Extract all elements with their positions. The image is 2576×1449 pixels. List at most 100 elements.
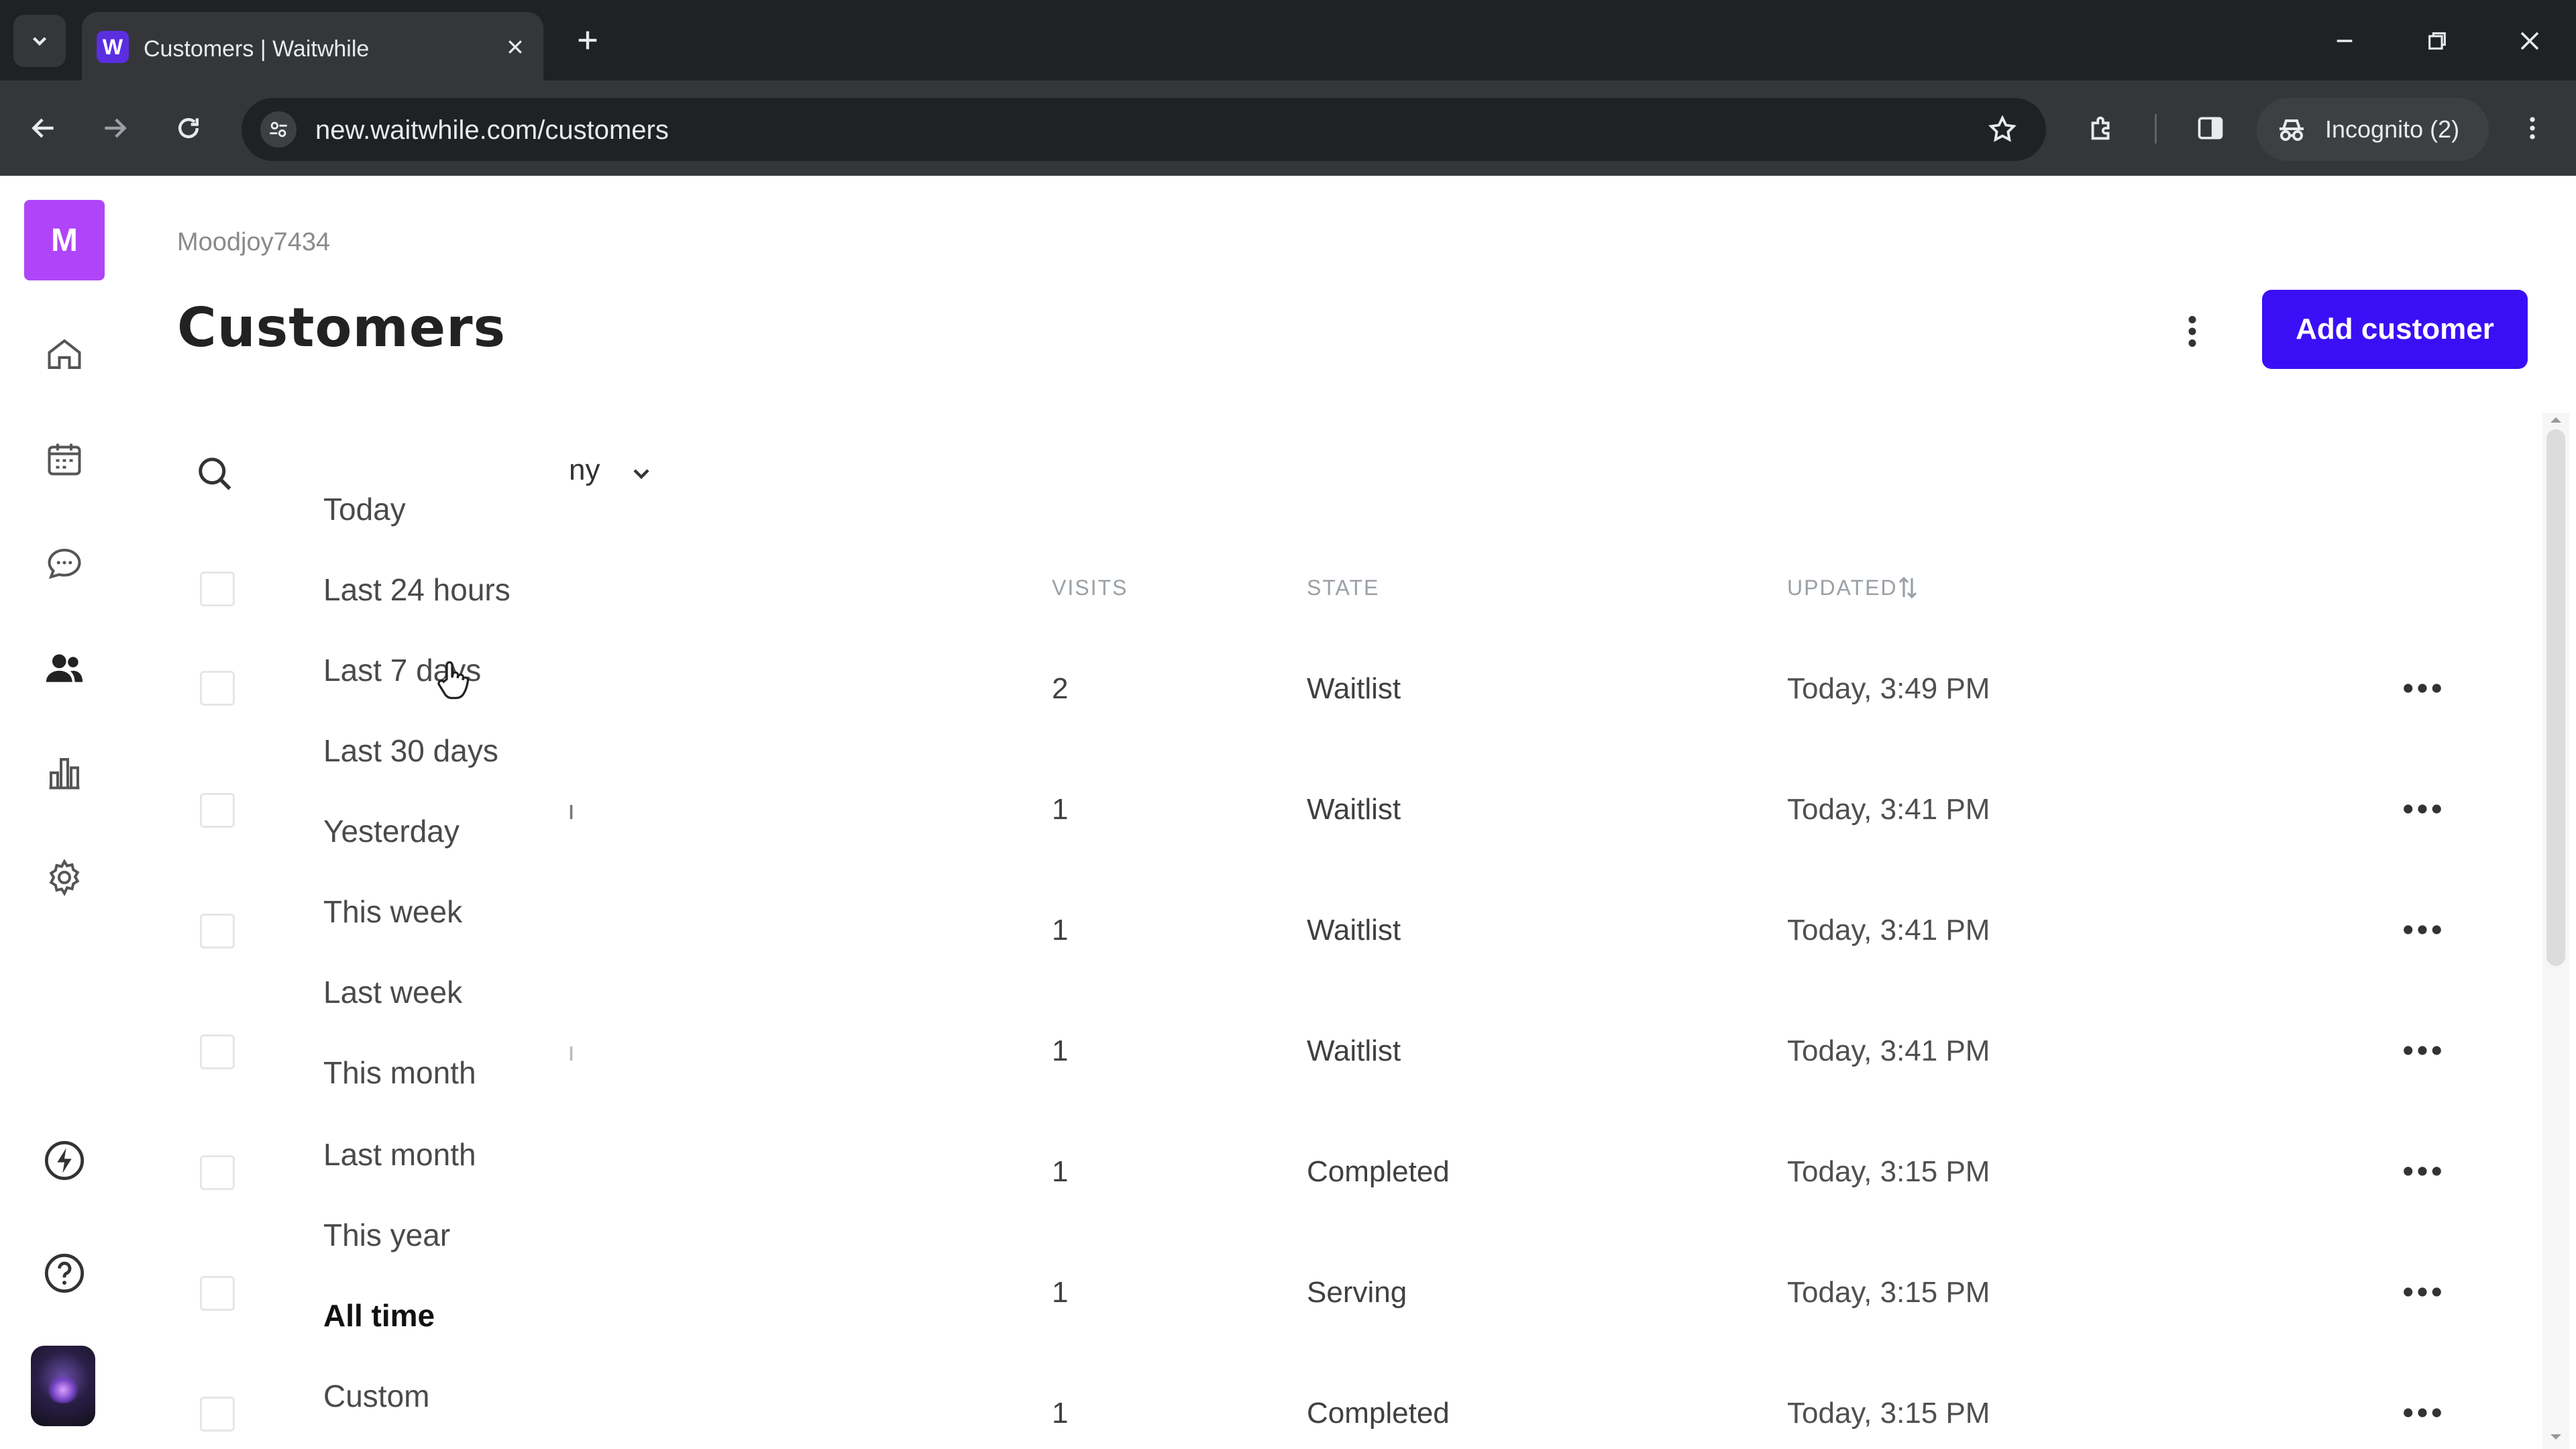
sidebar-item-customers[interactable] [38,641,91,695]
row-checkbox[interactable] [200,1276,235,1311]
add-customer-button[interactable]: Add customer [2262,290,2528,369]
reload-icon [178,118,199,139]
side-panel-button[interactable] [2186,103,2235,153]
browser-tab-bar: W Customers | Waitwhile [0,0,2576,80]
chevron-down-icon [32,37,47,46]
address-bar[interactable]: new.waitwhile.com/customers [241,98,2046,161]
scroll-up-arrow-icon[interactable] [2549,413,2563,427]
cell-visits: 1 [1052,914,1069,947]
row-actions-button[interactable] [2399,1158,2446,1185]
cell-visits: 2 [1052,672,1069,705]
new-tab-button[interactable] [568,20,608,60]
browser-tab-active[interactable]: W Customers | Waitwhile [82,12,543,80]
restore-icon [2428,32,2446,50]
browser-menu-button[interactable] [2508,103,2557,153]
sidebar-item-home[interactable] [38,327,91,381]
dropdown-option-last-week[interactable]: Last week [323,974,462,1010]
date-filter-label[interactable]: ny [569,453,600,487]
more-horizontal-icon [2404,1408,2441,1417]
row-actions-button[interactable] [2399,1279,2446,1305]
column-header-updated[interactable]: UPDATED [1787,576,1898,600]
close-window-button[interactable] [2506,17,2553,64]
cell-visits: 1 [1052,1034,1069,1067]
dropdown-option-all-time[interactable]: All time [323,1297,435,1334]
cell-updated: Today, 3:15 PM [1787,1276,1990,1309]
dropdown-option-last-30-days[interactable]: Last 30 days [323,733,498,769]
row-checkbox[interactable] [200,793,235,828]
sidebar-item-calendar[interactable] [38,432,91,486]
tab-close-button[interactable] [499,31,531,63]
site-info-button[interactable] [260,111,297,148]
incognito-icon [2279,119,2304,141]
forward-button[interactable] [90,103,140,153]
row-actions-button[interactable] [2399,1399,2446,1426]
user-avatar[interactable] [31,1346,95,1426]
url-text[interactable]: new.waitwhile.com/customers [315,115,669,146]
column-header-state[interactable]: STATE [1307,576,1379,600]
bookmark-button[interactable] [1986,113,2019,146]
more-options-button[interactable] [2171,305,2214,358]
row-actions-button[interactable] [2399,916,2446,943]
truncated-name-fragment: ı [568,796,576,825]
close-icon [508,40,522,54]
more-vertical-icon [2188,316,2196,347]
cell-state: Waitlist [1307,1034,1401,1067]
more-horizontal-icon [2404,925,2441,934]
column-header-visits[interactable]: VISITS [1052,576,1128,600]
sidebar-item-whats-new[interactable] [38,1134,91,1187]
sort-icon[interactable] [1898,576,1917,600]
scrollbar-thumb[interactable] [2546,429,2565,966]
minimize-button[interactable] [2321,17,2368,64]
org-avatar[interactable]: M [24,200,105,280]
dropdown-option-last-month[interactable]: Last month [323,1136,476,1173]
scroll-down-arrow-icon[interactable] [2549,1430,2563,1444]
row-checkbox[interactable] [200,671,235,706]
cell-updated: Today, 3:15 PM [1787,1397,1990,1430]
cell-updated: Today, 3:41 PM [1787,1034,1990,1067]
chat-icon [48,548,81,580]
row-checkbox[interactable] [200,1397,235,1432]
sidebar-item-help[interactable] [38,1246,91,1300]
close-icon [2520,32,2539,50]
back-button[interactable] [19,103,68,153]
row-checkbox[interactable] [200,1034,235,1069]
dropdown-option-this-week[interactable]: This week [323,894,462,930]
page-title: Customers [177,297,506,359]
date-range-dropdown: Today Last 24 hours Last 7 days Last 30 … [268,470,566,1449]
search-icon[interactable] [195,453,235,494]
select-all-checkbox[interactable] [200,572,235,606]
bar-chart-icon [49,758,80,790]
dropdown-option-this-month[interactable]: This month [323,1055,476,1091]
restore-button[interactable] [2414,17,2461,64]
row-actions-button[interactable] [2399,796,2446,822]
dropdown-option-last-24-hours[interactable]: Last 24 hours [323,572,511,608]
incognito-indicator[interactable]: Incognito (2) [2257,98,2489,161]
tab-search-button[interactable] [13,15,66,67]
cell-updated: Today, 3:15 PM [1787,1155,1990,1188]
cell-state: Completed [1307,1397,1450,1430]
puzzle-icon [2091,116,2110,140]
row-checkbox[interactable] [200,1155,235,1190]
cell-updated: Today, 3:41 PM [1787,914,1990,947]
home-icon [48,339,81,369]
truncated-name-fragment: ı [568,1037,576,1067]
row-actions-button[interactable] [2399,675,2446,702]
cell-visits: 1 [1052,1155,1069,1188]
row-checkbox[interactable] [200,914,235,949]
cell-visits: 1 [1052,1276,1069,1309]
cell-updated: Today, 3:41 PM [1787,793,1990,826]
extensions-button[interactable] [2077,103,2127,153]
cell-state: Waitlist [1307,914,1401,947]
dropdown-option-custom[interactable]: Custom [323,1378,429,1414]
calendar-icon [48,443,81,476]
reload-button[interactable] [164,103,213,153]
chevron-down-icon[interactable] [628,460,655,487]
sidebar-item-messages[interactable] [38,537,91,590]
dropdown-option-this-year[interactable]: This year [323,1217,450,1253]
app-sidebar: M [0,176,129,1449]
sidebar-item-analytics[interactable] [38,746,91,800]
dropdown-option-today[interactable]: Today [323,491,406,527]
sidebar-item-settings[interactable] [38,851,91,904]
dropdown-option-yesterday[interactable]: Yesterday [323,813,460,849]
row-actions-button[interactable] [2399,1037,2446,1064]
